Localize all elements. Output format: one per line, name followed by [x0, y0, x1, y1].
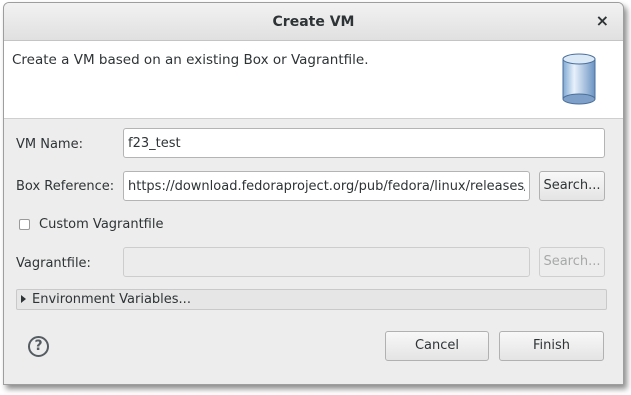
title-bar[interactable]: Create VM ×	[4, 3, 623, 41]
vagrantfile-label: Vagrantfile:	[16, 256, 91, 271]
finish-button[interactable]: Finish	[499, 331, 604, 361]
custom-vagrantfile-checkbox[interactable]	[19, 219, 30, 230]
box-search-button[interactable]: Search...	[539, 171, 605, 201]
environment-variables-label: Environment Variables...	[32, 292, 191, 307]
close-icon[interactable]: ×	[596, 11, 609, 30]
help-icon[interactable]: ?	[28, 336, 49, 357]
cancel-button[interactable]: Cancel	[385, 331, 489, 361]
create-vm-dialog: Create VM × Create a VM based on an exis…	[3, 2, 624, 385]
custom-vagrantfile-label[interactable]: Custom Vagrantfile	[39, 217, 163, 232]
vm-name-input[interactable]	[123, 128, 605, 158]
dialog-description: Create a VM based on an existing Box or …	[12, 52, 369, 68]
environment-variables-expander[interactable]: Environment Variables...	[16, 289, 607, 310]
vagrantfile-search-button[interactable]: Search...	[539, 247, 605, 277]
vm-name-label: VM Name:	[16, 137, 83, 152]
triangle-right-icon	[21, 295, 26, 303]
box-reference-label: Box Reference:	[16, 179, 115, 194]
vagrantfile-input[interactable]	[123, 247, 530, 277]
database-cylinder-icon	[562, 53, 596, 105]
dialog-title: Create VM	[272, 14, 355, 30]
header-banner: Create a VM based on an existing Box or …	[4, 41, 623, 119]
box-reference-input[interactable]	[123, 171, 530, 201]
